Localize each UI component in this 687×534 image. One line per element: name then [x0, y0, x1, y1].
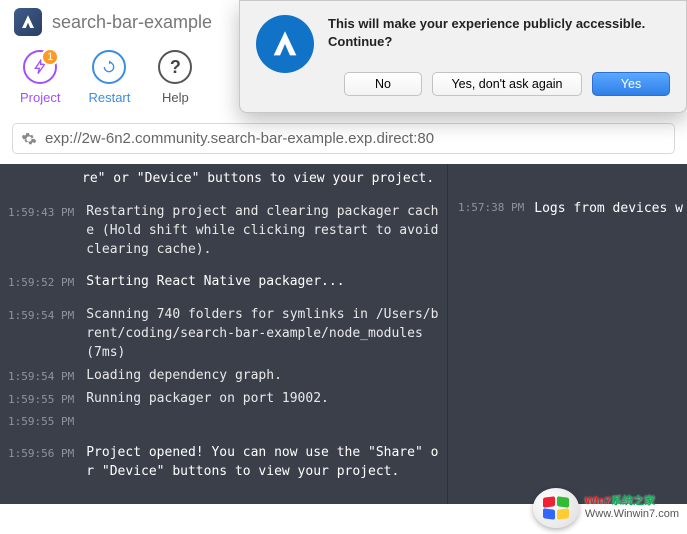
restart-button[interactable]: Restart: [88, 50, 130, 105]
yes-button[interactable]: Yes: [592, 72, 670, 96]
log-row: 1:59:55 PM: [8, 412, 443, 430]
url-bar[interactable]: exp://2w-6n2.community.search-bar-exampl…: [12, 123, 675, 154]
log-message: [86, 412, 443, 430]
log-row: 1:59:43 PMRestarting project and clearin…: [8, 203, 443, 260]
log-row: 1:59:55 PM Running packager on port 19002…: [8, 390, 443, 409]
log-message: Project opened! You can now use the "Sha…: [86, 444, 443, 482]
project-badge: 1: [41, 48, 59, 66]
log-row: 1:59:54 PMScanning 740 folders for symli…: [8, 306, 443, 363]
help-button[interactable]: ? Help: [158, 50, 192, 105]
restart-icon: [101, 59, 117, 75]
log-message: Running packager on port 19002.: [86, 390, 443, 409]
log-row: 1:59:56 PM Project opened! You can now us…: [8, 444, 443, 482]
log-right-pane[interactable]: 1:57:38 PM Logs from devices w: [447, 164, 687, 504]
log-row: re" or "Device" buttons to view your pro…: [8, 170, 443, 189]
app-logo-icon: [14, 8, 42, 36]
log-message: Scanning 740 folders for symlinks in /Us…: [86, 306, 443, 363]
no-button[interactable]: No: [344, 72, 422, 96]
url-text[interactable]: exp://2w-6n2.community.search-bar-exampl…: [45, 130, 666, 147]
yes-dont-ask-button[interactable]: Yes, don't ask again: [432, 72, 582, 96]
log-row: 1:59:52 PM Starting React Native packager…: [8, 273, 443, 292]
watermark: Win7系统之家 Www.Winwin7.com: [533, 488, 679, 528]
log-message: re" or "Device" buttons to view your pro…: [82, 170, 443, 189]
log-timestamp: 1:59:56 PM: [8, 444, 74, 482]
project-label: Project: [20, 90, 60, 105]
modal-app-icon: [256, 15, 314, 73]
confirm-modal: This will make your experience publicly …: [239, 0, 687, 113]
app-title: search-bar-example: [52, 12, 212, 33]
log-message: Starting React Native packager...: [86, 273, 443, 292]
log-timestamp: [8, 170, 70, 189]
restart-label: Restart: [88, 90, 130, 105]
question-icon: ?: [170, 57, 181, 78]
log-row: 1:57:38 PM Logs from devices w: [458, 200, 683, 219]
console-panel: re" or "Device" buttons to view your pro…: [0, 164, 687, 504]
gear-icon[interactable]: [21, 131, 37, 147]
project-button[interactable]: 1 Project: [20, 50, 60, 105]
log-timestamp: 1:59:55 PM: [8, 412, 74, 430]
windows-logo-icon: [533, 488, 579, 528]
log-timestamp: 1:57:38 PM: [458, 200, 524, 219]
log-message: Logs from devices w: [534, 200, 683, 219]
log-timestamp: 1:59:54 PM: [8, 367, 74, 386]
help-label: Help: [162, 90, 189, 105]
log-message: Loading dependency graph.: [86, 367, 443, 386]
log-timestamp: 1:59:52 PM: [8, 273, 74, 292]
log-message: Restarting project and clearing packager…: [86, 203, 443, 260]
log-left-pane[interactable]: re" or "Device" buttons to view your pro…: [0, 164, 447, 504]
log-timestamp: 1:59:43 PM: [8, 203, 74, 260]
log-timestamp: 1:59:55 PM: [8, 390, 74, 409]
log-row: 1:59:54 PM Loading dependency graph.: [8, 367, 443, 386]
modal-message: This will make your experience publicly …: [328, 15, 670, 50]
log-timestamp: 1:59:54 PM: [8, 306, 74, 363]
